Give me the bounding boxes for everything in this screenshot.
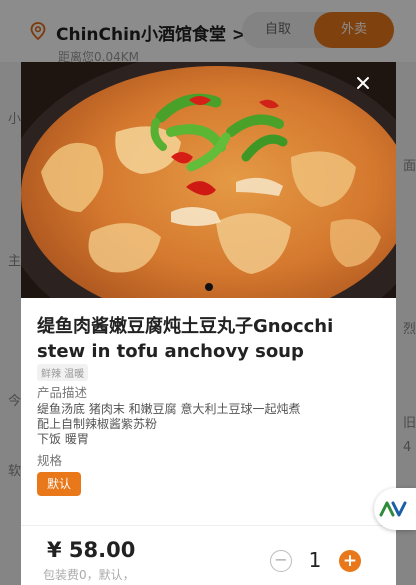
dish-tags: 鲜辣 温暖 <box>37 364 89 381</box>
close-icon[interactable] <box>356 76 382 102</box>
dish-title: 缇鱼肉酱嫩豆腐炖土豆丸子Gnocchi stew in tofu anchovy… <box>37 316 334 362</box>
dish-price: ¥ 58.00 <box>47 538 136 562</box>
dish-detail-modal: 缇鱼肉酱嫩豆腐炖土豆丸子Gnocchi stew in tofu anchovy… <box>21 62 396 585</box>
carousel-indicator <box>21 276 396 295</box>
description-text: 缇鱼汤底 猪肉末 和嫩豆腐 意大利土豆球一起炖煮 配上自制辣椒酱紫苏粉 下饭 暖… <box>37 402 301 446</box>
order-footer: ¥ 58.00 包装费0，默认， − 1 + <box>21 525 396 585</box>
quantity-value: 1 <box>308 548 322 572</box>
assistant-logo-icon[interactable] <box>374 488 416 530</box>
carousel-dot[interactable] <box>204 283 213 291</box>
description-label: 产品描述 <box>37 385 88 400</box>
spec-label: 规格 <box>37 453 63 468</box>
increase-quantity-button[interactable]: + <box>339 550 361 572</box>
spec-option-default[interactable]: 默认 <box>37 472 82 496</box>
packaging-fee: 包装费0，默认， <box>43 568 135 582</box>
dish-photo <box>21 62 396 298</box>
decrease-quantity-button[interactable]: − <box>270 550 292 572</box>
